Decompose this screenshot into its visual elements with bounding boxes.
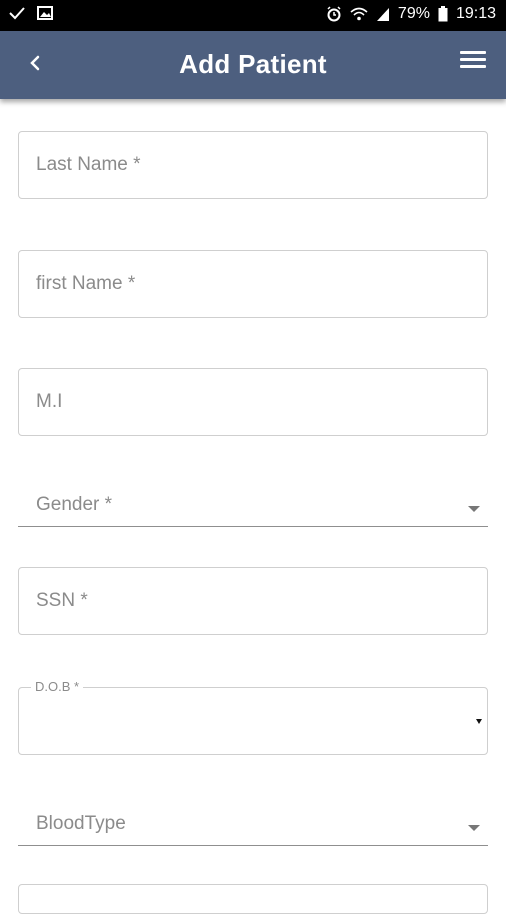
dob-label: D.O.B *: [31, 679, 84, 694]
page-title: Add Patient: [179, 49, 327, 79]
gallery-icon: [37, 6, 53, 20]
hamburger-menu-icon: [460, 51, 486, 54]
wifi-icon: [350, 7, 368, 21]
menu-button[interactable]: [460, 47, 488, 73]
blood-type-label: BloodType: [36, 813, 126, 834]
dob-field[interactable]: D.O.B *: [18, 679, 488, 755]
check-icon: [9, 7, 25, 20]
caret-down-icon: [468, 825, 480, 831]
status-bar: 79% 19:13: [0, 0, 506, 31]
ssn-placeholder: SSN *: [36, 590, 88, 611]
last-name-placeholder: Last Name *: [36, 154, 141, 175]
status-right: 79% 19:13: [326, 5, 496, 23]
first-name-field[interactable]: first Name *: [18, 250, 488, 318]
blood-type-select[interactable]: BloodType: [18, 805, 488, 846]
alarm-icon: [327, 6, 341, 22]
first-name-placeholder: first Name *: [36, 273, 136, 294]
status-time: 19:13: [455, 5, 496, 22]
app-bar: Add Patient: [0, 31, 506, 99]
last-name-field[interactable]: Last Name *: [18, 131, 488, 199]
caret-down-icon: [476, 719, 482, 724]
gender-select[interactable]: Gender *: [18, 486, 488, 527]
middle-initial-field[interactable]: M.I: [18, 368, 488, 436]
caret-down-icon: [468, 506, 480, 512]
ssn-field[interactable]: SSN *: [18, 567, 488, 635]
signal-icon: [376, 8, 389, 21]
status-left-icons: [8, 5, 54, 21]
battery-percent: 79%: [397, 5, 430, 22]
gender-label: Gender *: [36, 494, 113, 515]
middle-initial-placeholder: M.I: [36, 391, 63, 412]
next-field-partial[interactable]: [18, 884, 488, 914]
battery-icon: [438, 6, 448, 22]
